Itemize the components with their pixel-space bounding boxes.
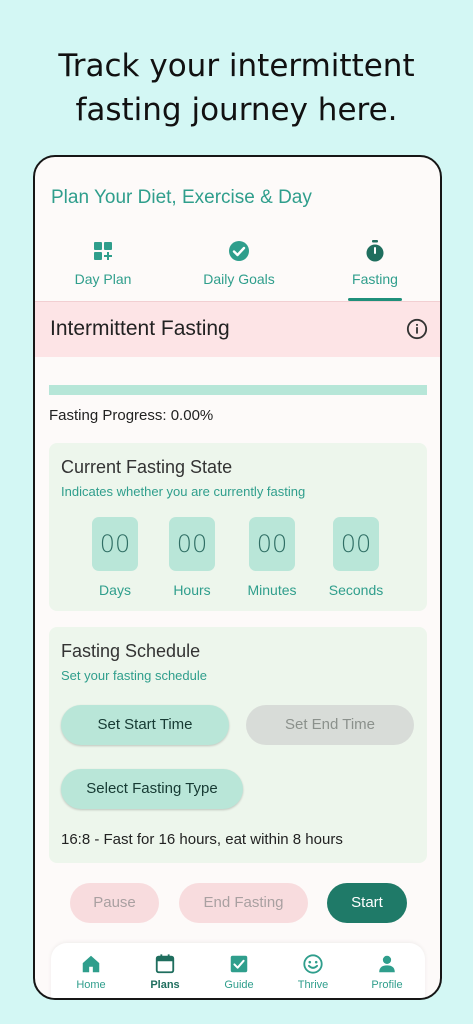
set-end-time-button[interactable]: Set End Time — [246, 705, 414, 745]
fasting-schedule-card: Fasting Schedule Set your fasting schedu… — [49, 627, 427, 863]
fasting-type-description: 16:8 - Fast for 16 hours, eat within 8 h… — [61, 831, 343, 848]
pause-button[interactable]: Pause — [70, 883, 159, 923]
timer-minutes: 00 Minutes — [237, 517, 307, 598]
timer-days: 00 Days — [80, 517, 150, 598]
timer-value: 00 — [169, 517, 215, 571]
calendar-icon — [155, 954, 175, 974]
card-subtitle: Indicates whether you are currently fast… — [61, 484, 306, 499]
smiley-icon — [303, 954, 323, 974]
nav-label: Profile — [371, 979, 403, 991]
section-title: Intermittent Fasting — [50, 317, 230, 340]
dashboard-add-icon — [94, 242, 112, 260]
current-fasting-state-card: Current Fasting State Indicates whether … — [49, 443, 427, 611]
timer-label: Hours — [173, 582, 211, 598]
timer-label: Minutes — [247, 582, 297, 598]
start-button[interactable]: Start — [327, 883, 407, 923]
timer-seconds: 00 Seconds — [321, 517, 391, 598]
tab-label: Day Plan — [74, 271, 132, 287]
nav-label: Home — [76, 979, 106, 991]
phone-frame: Plan Your Diet, Exercise & Day Day Plan … — [33, 155, 442, 1000]
timer-value: 00 — [249, 517, 295, 571]
tab-label: Fasting — [352, 271, 398, 287]
section-header: Intermittent Fasting — [35, 301, 440, 357]
checkbox-icon — [230, 955, 248, 973]
fasting-progress-label: Fasting Progress: 0.00% — [49, 407, 214, 424]
fasting-progress-bar — [49, 385, 427, 395]
set-start-time-button[interactable]: Set Start Time — [61, 705, 229, 745]
tab-day-plan[interactable]: Day Plan — [48, 233, 158, 301]
scroll-content[interactable]: Fasting Progress: 0.00% Current Fasting … — [35, 357, 440, 937]
nav-profile[interactable]: Profile — [357, 953, 417, 991]
nav-guide[interactable]: Guide — [209, 953, 269, 991]
promo-headline: Track your intermittent fasting journey … — [0, 44, 473, 132]
card-title: Current Fasting State — [61, 457, 233, 477]
nav-label: Plans — [150, 979, 180, 991]
nav-plans[interactable]: Plans — [135, 953, 195, 991]
tab-fasting[interactable]: Fasting — [320, 233, 430, 301]
promo-line-1: Track your intermittent — [58, 48, 415, 84]
stopwatch-icon — [366, 240, 384, 262]
timer-value: 00 — [333, 517, 379, 571]
nav-label: Guide — [224, 979, 254, 991]
nav-home[interactable]: Home — [61, 953, 121, 991]
check-circle-icon — [229, 241, 249, 261]
timer-label: Days — [99, 582, 131, 598]
card-title: Fasting Schedule — [61, 641, 201, 661]
tab-bar: Day Plan Daily Goals Fasting — [35, 233, 440, 301]
end-fasting-button[interactable]: End Fasting — [179, 883, 308, 923]
promo-line-2: fasting journey here. — [75, 92, 398, 128]
bottom-navigation: Home Plans Guide Thrive Profile — [51, 943, 425, 998]
app-title: Plan Your Diet, Exercise & Day — [51, 187, 312, 208]
nav-thrive[interactable]: Thrive — [283, 953, 343, 991]
select-fasting-type-button[interactable]: Select Fasting Type — [61, 769, 243, 809]
home-icon — [82, 955, 100, 973]
timer-hours: 00 Hours — [157, 517, 227, 598]
tab-label: Daily Goals — [203, 271, 275, 287]
info-icon[interactable] — [406, 318, 428, 340]
timer-label: Seconds — [328, 582, 384, 598]
timer-value: 00 — [92, 517, 138, 571]
card-subtitle: Set your fasting schedule — [61, 668, 207, 683]
tab-daily-goals[interactable]: Daily Goals — [184, 233, 294, 301]
nav-label: Thrive — [297, 979, 329, 991]
person-icon — [379, 955, 395, 973]
